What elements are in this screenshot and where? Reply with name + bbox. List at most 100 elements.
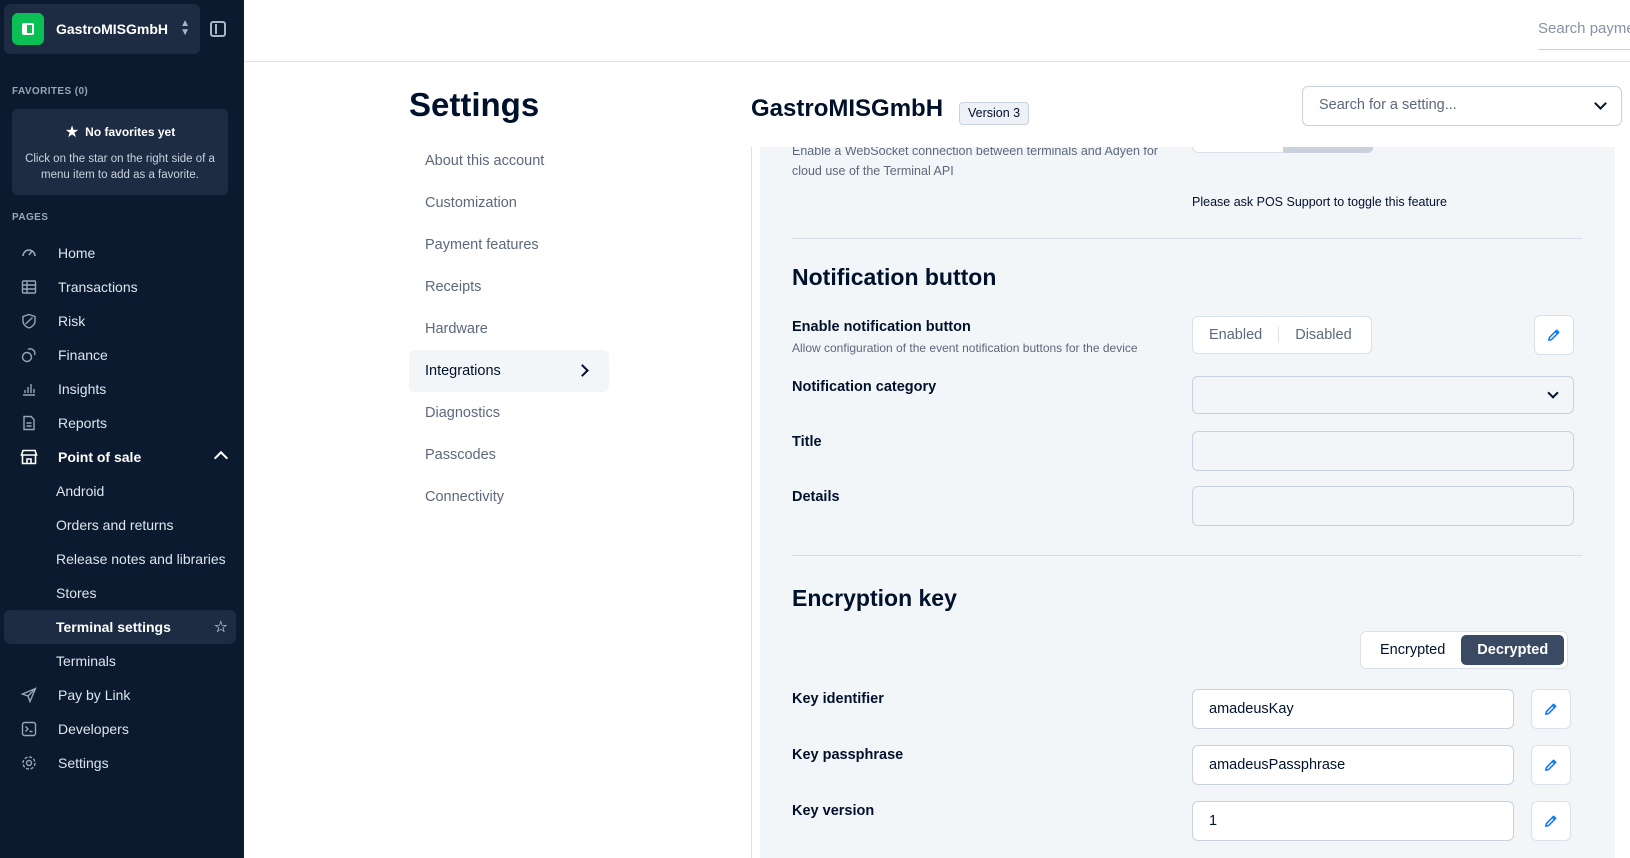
settings-panel: Enable a WebSocket connection between te… [760,147,1615,858]
settings-nav-customization[interactable]: Customization [409,182,609,224]
enable-notification-toggle[interactable]: Enabled Disabled [1192,316,1372,354]
details-input[interactable] [1192,486,1574,526]
sidebar-item-home[interactable]: Home [0,236,244,270]
send-icon [20,686,38,704]
chevron-down-icon [1547,387,1559,399]
encryption-key-heading: Encryption key [792,585,957,611]
shield-icon [20,312,38,330]
sidebar-item-label: Point of sale [58,449,142,465]
version-badge: Version 3 [959,102,1030,125]
favorites-empty-desc: Click on the star on the right side of a… [25,153,215,181]
setting-search-select[interactable]: Search for a setting... [1302,86,1622,126]
favorites-empty-box: ★ No favorites yet Click on the star on t… [12,109,228,195]
key-version-field[interactable]: 1 [1192,801,1514,841]
sidebar-sub-stores[interactable]: Stores [0,576,244,610]
enabled-option[interactable]: Enabled [1193,327,1278,343]
sidebar-item-developers[interactable]: Developers [0,712,244,746]
sidebar-sub-terminal-settings[interactable]: Terminal settings ☆ [4,610,236,644]
settings-nav-connectivity[interactable]: Connectivity [409,476,609,518]
sidebar-item-insights[interactable]: Insights [0,372,244,406]
sidebar-item-label: Insights [58,381,107,397]
sidebar-item-transactions[interactable]: Transactions [0,270,244,304]
sidebar-sub-android[interactable]: Android [0,474,244,508]
edit-notification-button[interactable] [1534,315,1574,355]
sidebar-item-label: Reports [58,415,108,431]
disabled-option[interactable]: Disabled [1279,327,1367,343]
chevron-down-icon [1594,97,1607,110]
company-switcher[interactable]: GastroMISGmbH ▲ ▼ [4,4,200,54]
sidebar-sub-terminals[interactable]: Terminals [0,644,244,678]
websocket-desc: Enable a WebSocket connection between te… [792,147,1158,178]
collapse-sidebar-icon[interactable] [210,21,226,37]
coins-icon [20,346,38,364]
pages-label: PAGES [12,212,49,223]
settings-nav-integrations[interactable]: Integrations [409,350,609,392]
gear-icon [20,754,38,772]
pos-support-note: Please ask POS Support to toggle this fe… [1192,195,1448,209]
edit-key-identifier-button[interactable] [1531,689,1571,729]
edit-key-passphrase-button[interactable] [1531,745,1571,785]
favorite-star-icon[interactable]: ☆ [214,617,228,637]
sidebar-item-pay-by-link[interactable]: Pay by Link [0,678,244,712]
sidebar-item-reports[interactable]: Reports [0,406,244,440]
websocket-toggle[interactable] [1192,147,1373,153]
notification-category-select[interactable] [1192,376,1574,414]
divider [792,238,1582,239]
sidebar-sub-orders-and-returns[interactable]: Orders and returns [0,508,244,542]
pencil-icon [1545,759,1557,771]
settings-nav: About this account Customization Payment… [409,140,609,518]
sidebar-item-settings[interactable]: Settings [0,746,244,780]
sidebar: GastroMISGmbH ▲ ▼ FAVORITES (0) ★ No favor… [0,0,244,858]
sidebar-item-label: Pay by Link [58,687,131,703]
settings-nav-hardware[interactable]: Hardware [409,308,609,350]
enable-notification-label: Enable notification button [792,319,971,335]
sidebar-item-finance[interactable]: Finance [0,338,244,372]
key-identifier-field[interactable]: amadeusKay [1192,689,1514,729]
company-logo-icon [12,13,44,45]
pencil-icon [1545,703,1557,715]
table-icon [20,278,38,296]
details-label: Details [792,489,840,505]
sidebar-item-point-of-sale[interactable]: Point of sale [0,440,244,474]
sidebar-sub-release-notes[interactable]: Release notes and libraries [0,542,244,576]
payment-search-input[interactable]: Search payme [1538,20,1630,50]
title-label: Title [792,434,822,450]
document-icon [20,414,38,432]
settings-nav-about[interactable]: About this account [409,140,609,182]
encryption-view-toggle: Encrypted Decrypted [1360,631,1569,669]
settings-nav-receipts[interactable]: Receipts [409,266,609,308]
store-icon [20,448,38,466]
key-identifier-label: Key identifier [792,691,884,707]
content-divider [751,147,752,858]
page-title: Settings [409,86,540,123]
key-passphrase-label: Key passphrase [792,747,904,763]
enable-notification-desc: Allow configuration of the event notific… [792,341,1138,355]
favorites-empty-title: No favorites yet [85,125,176,139]
pencil-icon [1548,329,1560,341]
key-passphrase-field[interactable]: amadeusPassphrase [1192,745,1514,785]
terminal-icon [20,720,38,738]
pencil-icon [1545,815,1557,827]
favorites-label: FAVORITES (0) [12,86,89,97]
account-title: GastroMISGmbH [751,95,944,122]
chevron-up-icon [213,450,229,466]
sidebar-item-label: Home [58,245,96,261]
settings-nav-payment-features[interactable]: Payment features [409,224,609,266]
sidebar-item-label: Transactions [58,279,138,295]
sidebar-item-risk[interactable]: Risk [0,304,244,338]
sidebar-item-label: Finance [58,347,108,363]
settings-nav-passcodes[interactable]: Passcodes [409,434,609,476]
sort-arrows-icon: ▲ ▼ [180,18,190,38]
chevron-right-icon [576,364,589,377]
sidebar-nav: Home Transactions Risk Finance Insights … [0,236,244,780]
sidebar-item-label: Settings [58,755,109,771]
encrypted-option[interactable]: Encrypted [1364,635,1461,665]
top-bar [244,0,1630,62]
title-input[interactable] [1192,431,1574,471]
edit-key-version-button[interactable] [1531,801,1571,841]
settings-nav-label: Integrations [425,363,501,379]
decrypted-option[interactable]: Decrypted [1461,635,1565,665]
bar-chart-icon [20,380,38,398]
notification-button-heading: Notification button [792,264,997,290]
settings-nav-diagnostics[interactable]: Diagnostics [409,392,609,434]
